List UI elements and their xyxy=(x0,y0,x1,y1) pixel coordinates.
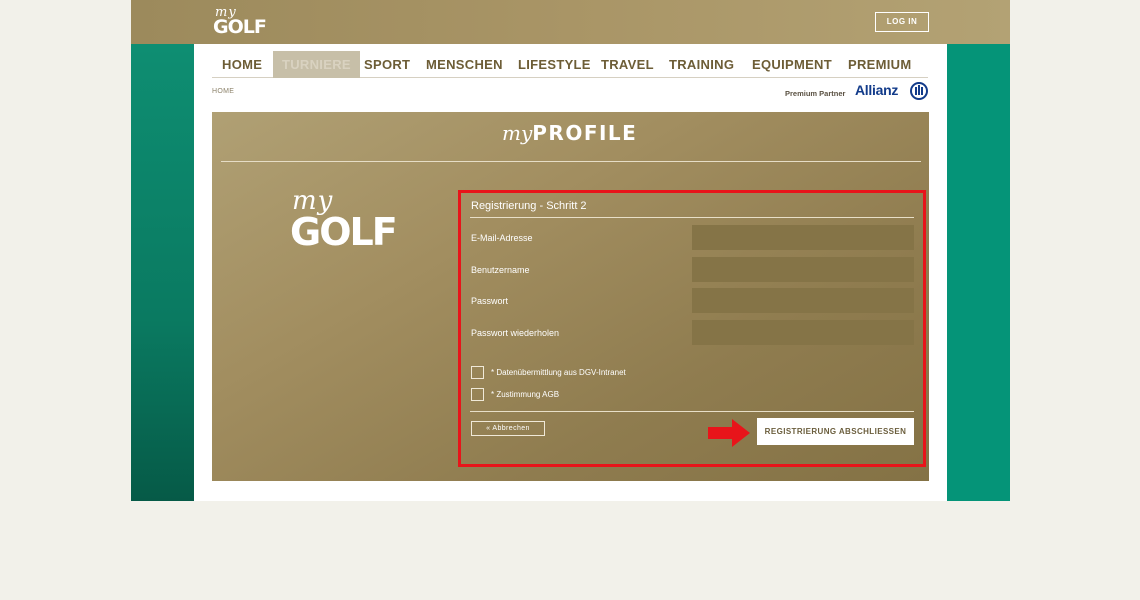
password-repeat-field[interactable] xyxy=(692,320,914,345)
left-green-panel xyxy=(131,44,194,501)
profile-title-my: my xyxy=(502,121,533,145)
allianz-logo-text[interactable]: Allianz xyxy=(855,82,898,98)
nav-item-turniere[interactable]: TURNIERE xyxy=(273,51,360,78)
login-button[interactable]: LOG IN xyxy=(875,12,929,32)
form-title: Registrierung - Schritt 2 xyxy=(471,200,587,212)
email-field[interactable] xyxy=(692,225,914,250)
agb-label: * Zustimmung AGB xyxy=(491,390,560,399)
myprofile-heading: myPROFILE xyxy=(502,121,637,145)
password-field[interactable] xyxy=(692,288,914,313)
form-title-divider xyxy=(470,217,914,218)
nav-item-premium[interactable]: PREMIUM xyxy=(848,51,912,78)
form-bottom-divider xyxy=(470,411,914,412)
dgv-intranet-checkbox[interactable] xyxy=(471,366,484,379)
mygolf-logo[interactable]: my GOLF xyxy=(213,5,267,40)
red-arrow-icon xyxy=(708,419,750,447)
username-field[interactable] xyxy=(692,257,914,282)
allianz-eagle-icon xyxy=(910,82,928,100)
email-label: E-Mail-Adresse xyxy=(471,233,533,243)
premium-partner-label: Premium Partner xyxy=(785,89,846,98)
main-nav: HOME TURNIERE SPORT MENSCHEN LIFESTYLE T… xyxy=(212,51,928,78)
nav-item-training[interactable]: TRAINING xyxy=(669,51,734,78)
mygolf-large-logo: my GOLF xyxy=(286,186,398,260)
password-label: Passwort xyxy=(471,296,509,306)
registration-form: Registrierung - Schritt 2 E-Mail-Adresse… xyxy=(458,190,926,467)
nav-item-equipment[interactable]: EQUIPMENT xyxy=(752,51,832,78)
username-label: Benutzername xyxy=(471,265,530,275)
password-repeat-label: Passwort wiederholen xyxy=(471,328,560,338)
complete-registration-button[interactable]: REGISTRIERUNG ABSCHLIESSEN xyxy=(757,418,914,445)
nav-item-home[interactable]: HOME xyxy=(222,51,262,78)
dgv-intranet-label: * Datenübermittlung aus DGV-Intranet xyxy=(491,368,626,377)
profile-divider xyxy=(221,161,921,162)
agb-checkbox[interactable] xyxy=(471,388,484,401)
large-logo-golf: GOLF xyxy=(290,210,398,254)
profile-title-word: PROFILE xyxy=(532,121,638,145)
profile-panel: myPROFILE my GOLF Registrierung - Schrit… xyxy=(212,112,929,481)
site-container: my GOLF LOG IN HOME TURNIERE SPORT MENSC… xyxy=(131,0,1010,501)
nav-item-sport[interactable]: SPORT xyxy=(364,51,410,78)
top-bar: my GOLF LOG IN xyxy=(131,0,1010,44)
nav-item-lifestyle[interactable]: LIFESTYLE xyxy=(518,51,591,78)
right-green-panel xyxy=(947,44,1010,501)
nav-item-travel[interactable]: TRAVEL xyxy=(601,51,654,78)
breadcrumb[interactable]: HOME xyxy=(212,88,234,95)
cancel-button[interactable]: « Abbrechen xyxy=(471,421,545,436)
nav-item-menschen[interactable]: MENSCHEN xyxy=(426,51,503,78)
logo-golf-text: GOLF xyxy=(213,16,267,38)
